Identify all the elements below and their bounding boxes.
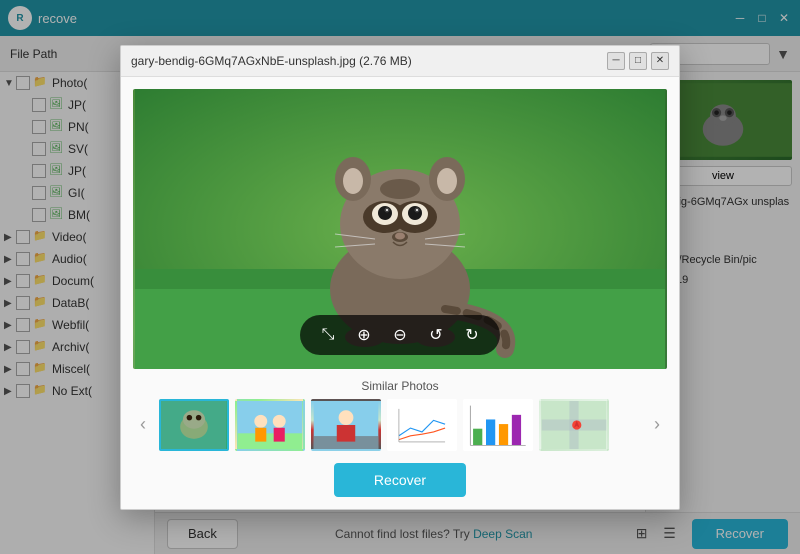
preview-dialog: gary-bendig-6GMq7AGxNbE-unsplash.jpg (2.… bbox=[120, 45, 680, 510]
preview-toolbar: ⤡ ⊕ ⊖ ↺ ↻ bbox=[300, 315, 500, 355]
fit-screen-button[interactable]: ⤡ bbox=[314, 321, 342, 349]
preview-image-container: ⤡ ⊕ ⊖ ↺ ↻ bbox=[133, 89, 667, 369]
zoom-out-button[interactable]: ⊖ bbox=[386, 321, 414, 349]
modal-controls: ─ □ ✕ bbox=[607, 52, 669, 70]
modal-overlay: gary-bendig-6GMq7AGxNbE-unsplash.jpg (2.… bbox=[0, 0, 800, 554]
modal-recover-button[interactable]: Recover bbox=[334, 463, 466, 497]
modal-close-button[interactable]: ✕ bbox=[651, 52, 669, 70]
similar-photos-row: ‹ bbox=[133, 399, 667, 451]
similar-thumb-map[interactable] bbox=[539, 399, 609, 451]
similar-thumb-red-shirt[interactable] bbox=[311, 399, 381, 451]
similar-photos-section: Similar Photos ‹ bbox=[133, 379, 667, 451]
next-photo-button[interactable]: › bbox=[647, 414, 667, 435]
rotate-right-button[interactable]: ↻ bbox=[458, 321, 486, 349]
prev-photo-button[interactable]: ‹ bbox=[133, 414, 153, 435]
modal-maximize-button[interactable]: □ bbox=[629, 52, 647, 70]
similar-thumbs-container bbox=[159, 399, 641, 451]
similar-thumb-chart2[interactable] bbox=[463, 399, 533, 451]
similar-photos-label: Similar Photos bbox=[133, 379, 667, 393]
app-window: R recove ─ □ ✕ File Path ▼ ▼ 📁 bbox=[0, 0, 800, 554]
similar-thumb-kids[interactable] bbox=[235, 399, 305, 451]
similar-thumb-chart1[interactable] bbox=[387, 399, 457, 451]
zoom-in-button[interactable]: ⊕ bbox=[350, 321, 378, 349]
modal-minimize-button[interactable]: ─ bbox=[607, 52, 625, 70]
modal-title: gary-bendig-6GMq7AGxNbE-unsplash.jpg (2.… bbox=[131, 54, 607, 68]
similar-thumb-raccoon[interactable] bbox=[159, 399, 229, 451]
rotate-left-button[interactable]: ↺ bbox=[422, 321, 450, 349]
modal-body: ⤡ ⊕ ⊖ ↺ ↻ Similar Photos ‹ bbox=[121, 77, 679, 509]
modal-titlebar: gary-bendig-6GMq7AGxNbE-unsplash.jpg (2.… bbox=[121, 46, 679, 77]
